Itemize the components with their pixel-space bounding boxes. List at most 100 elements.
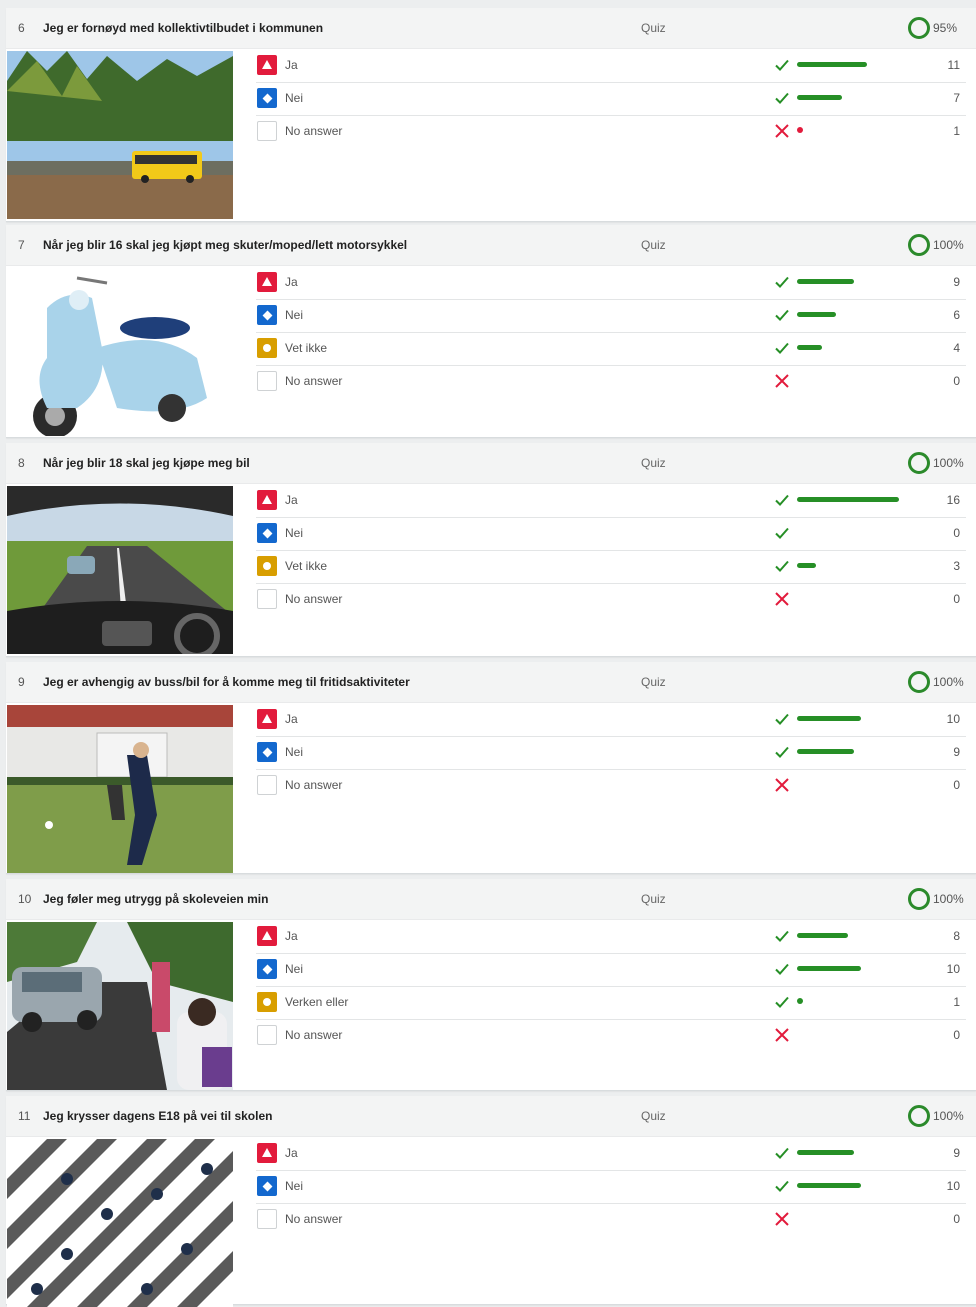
question-type: Quiz bbox=[641, 675, 666, 689]
answer-bar bbox=[797, 1183, 861, 1188]
diamond-icon bbox=[257, 742, 277, 762]
answer-count: 3 bbox=[953, 559, 960, 573]
correct-percent: 100% bbox=[933, 675, 964, 689]
question-results-list: 6 Jeg er fornøyd med kollektivtilbudet i … bbox=[0, 0, 976, 1307]
answer-label: Nei bbox=[285, 962, 304, 976]
answer-bar bbox=[797, 279, 854, 284]
answer-label: Verken eller bbox=[285, 995, 349, 1009]
empty-box-icon bbox=[257, 1209, 277, 1229]
question-title: Når jeg blir 18 skal jeg kjøpe meg bil bbox=[43, 456, 250, 470]
answer-count: 0 bbox=[953, 1212, 960, 1226]
correct-percent: 95% bbox=[933, 21, 958, 35]
answer-label: Ja bbox=[285, 58, 298, 72]
answer-row: Nei 0 bbox=[256, 517, 966, 551]
answer-label: Nei bbox=[285, 91, 304, 105]
answer-row: No answer 0 bbox=[256, 1203, 966, 1236]
answer-bar bbox=[797, 966, 861, 971]
answer-count: 0 bbox=[953, 374, 960, 388]
answer-bar bbox=[797, 1150, 854, 1155]
triangle-icon bbox=[257, 490, 277, 510]
answer-count: 1 bbox=[953, 124, 960, 138]
question-header[interactable]: 7 Når jeg blir 16 skal jeg kjøpt meg skut… bbox=[6, 225, 976, 266]
question-type: Quiz bbox=[641, 456, 666, 470]
correct-percent: 100% bbox=[933, 238, 964, 252]
answer-count: 6 bbox=[953, 308, 960, 322]
answer-bar bbox=[797, 497, 899, 502]
question-number: 9 bbox=[18, 675, 25, 689]
correct-percent-ring-icon bbox=[908, 1105, 930, 1127]
answer-label: Nei bbox=[285, 1179, 304, 1193]
check-icon bbox=[774, 340, 790, 356]
answer-row: Vet ikke 3 bbox=[256, 550, 966, 584]
answer-label: No answer bbox=[285, 1212, 343, 1226]
question-number: 11 bbox=[18, 1109, 31, 1123]
question-card: 8 Når jeg blir 18 skal jeg kjøpe meg bil Q… bbox=[6, 443, 976, 657]
question-header[interactable]: 6 Jeg er fornøyd med kollektivtilbudet i … bbox=[6, 8, 976, 49]
circle-icon bbox=[257, 338, 277, 358]
question-number: 8 bbox=[18, 456, 25, 470]
answer-label: No answer bbox=[285, 592, 343, 606]
answer-bar bbox=[797, 998, 803, 1004]
answer-count: 16 bbox=[946, 493, 960, 507]
diamond-icon bbox=[257, 305, 277, 325]
answer-row: Ja 16 bbox=[256, 484, 966, 518]
triangle-icon bbox=[257, 55, 277, 75]
answer-row: Nei 10 bbox=[256, 1170, 966, 1204]
question-header[interactable]: 8 Når jeg blir 18 skal jeg kjøpe meg bil Q… bbox=[6, 443, 976, 484]
answer-label: Nei bbox=[285, 745, 304, 759]
question-type: Quiz bbox=[641, 21, 666, 35]
close-icon bbox=[774, 1027, 790, 1043]
answer-label: No answer bbox=[285, 374, 343, 388]
answer-label: Vet ikke bbox=[285, 341, 328, 355]
answer-count: 0 bbox=[953, 778, 960, 792]
diamond-icon bbox=[257, 523, 277, 543]
question-title: Jeg er fornøyd med kollektivtilbudet i k… bbox=[43, 21, 324, 35]
answer-count: 0 bbox=[953, 1028, 960, 1042]
answer-row: Ja 11 bbox=[256, 49, 966, 83]
answer-label: No answer bbox=[285, 124, 343, 138]
check-icon bbox=[774, 274, 790, 290]
answer-count: 9 bbox=[953, 275, 960, 289]
question-header[interactable]: 9 Jeg er avhengig av buss/bil for å komme… bbox=[6, 662, 976, 703]
check-icon bbox=[774, 90, 790, 106]
empty-box-icon bbox=[257, 589, 277, 609]
question-header[interactable]: 11 Jeg krysser dagens E18 på vei til skol… bbox=[6, 1096, 976, 1137]
question-card: 6 Jeg er fornøyd med kollektivtilbudet i … bbox=[6, 8, 976, 222]
correct-percent-ring-icon bbox=[908, 671, 930, 693]
question-number: 10 bbox=[18, 892, 32, 906]
answer-row: Ja 9 bbox=[256, 1137, 966, 1171]
check-icon bbox=[774, 558, 790, 574]
answer-count: 0 bbox=[953, 592, 960, 606]
crosswalk-image bbox=[7, 1139, 233, 1307]
correct-percent: 100% bbox=[933, 892, 964, 906]
answer-label: No answer bbox=[285, 778, 343, 792]
answer-label: No answer bbox=[285, 1028, 343, 1042]
answer-count: 0 bbox=[953, 526, 960, 540]
answer-row: No answer 0 bbox=[256, 769, 966, 802]
answer-bar bbox=[797, 127, 803, 133]
answer-label: Ja bbox=[285, 493, 298, 507]
diamond-icon bbox=[257, 1176, 277, 1196]
check-icon bbox=[774, 711, 790, 727]
check-icon bbox=[774, 961, 790, 977]
question-header[interactable]: 10 Jeg føler meg utrygg på skoleveien min… bbox=[6, 879, 976, 920]
answer-row: Ja 10 bbox=[256, 703, 966, 737]
question-type: Quiz bbox=[641, 1109, 666, 1123]
check-icon bbox=[774, 1145, 790, 1161]
question-number: 7 bbox=[18, 238, 25, 252]
answer-label: Ja bbox=[285, 1146, 298, 1160]
correct-percent: 100% bbox=[933, 1109, 964, 1123]
triangle-icon bbox=[257, 926, 277, 946]
correct-percent-ring-icon bbox=[908, 888, 930, 910]
check-icon bbox=[774, 928, 790, 944]
answer-row: Nei 7 bbox=[256, 82, 966, 116]
close-icon bbox=[774, 591, 790, 607]
check-icon bbox=[774, 1178, 790, 1194]
answer-label: Vet ikke bbox=[285, 559, 328, 573]
answer-count: 10 bbox=[946, 712, 960, 726]
circle-icon bbox=[257, 992, 277, 1012]
answer-count: 8 bbox=[953, 929, 960, 943]
question-type: Quiz bbox=[641, 892, 666, 906]
scooter-image bbox=[7, 268, 233, 436]
bus-landscape-image bbox=[7, 51, 233, 219]
